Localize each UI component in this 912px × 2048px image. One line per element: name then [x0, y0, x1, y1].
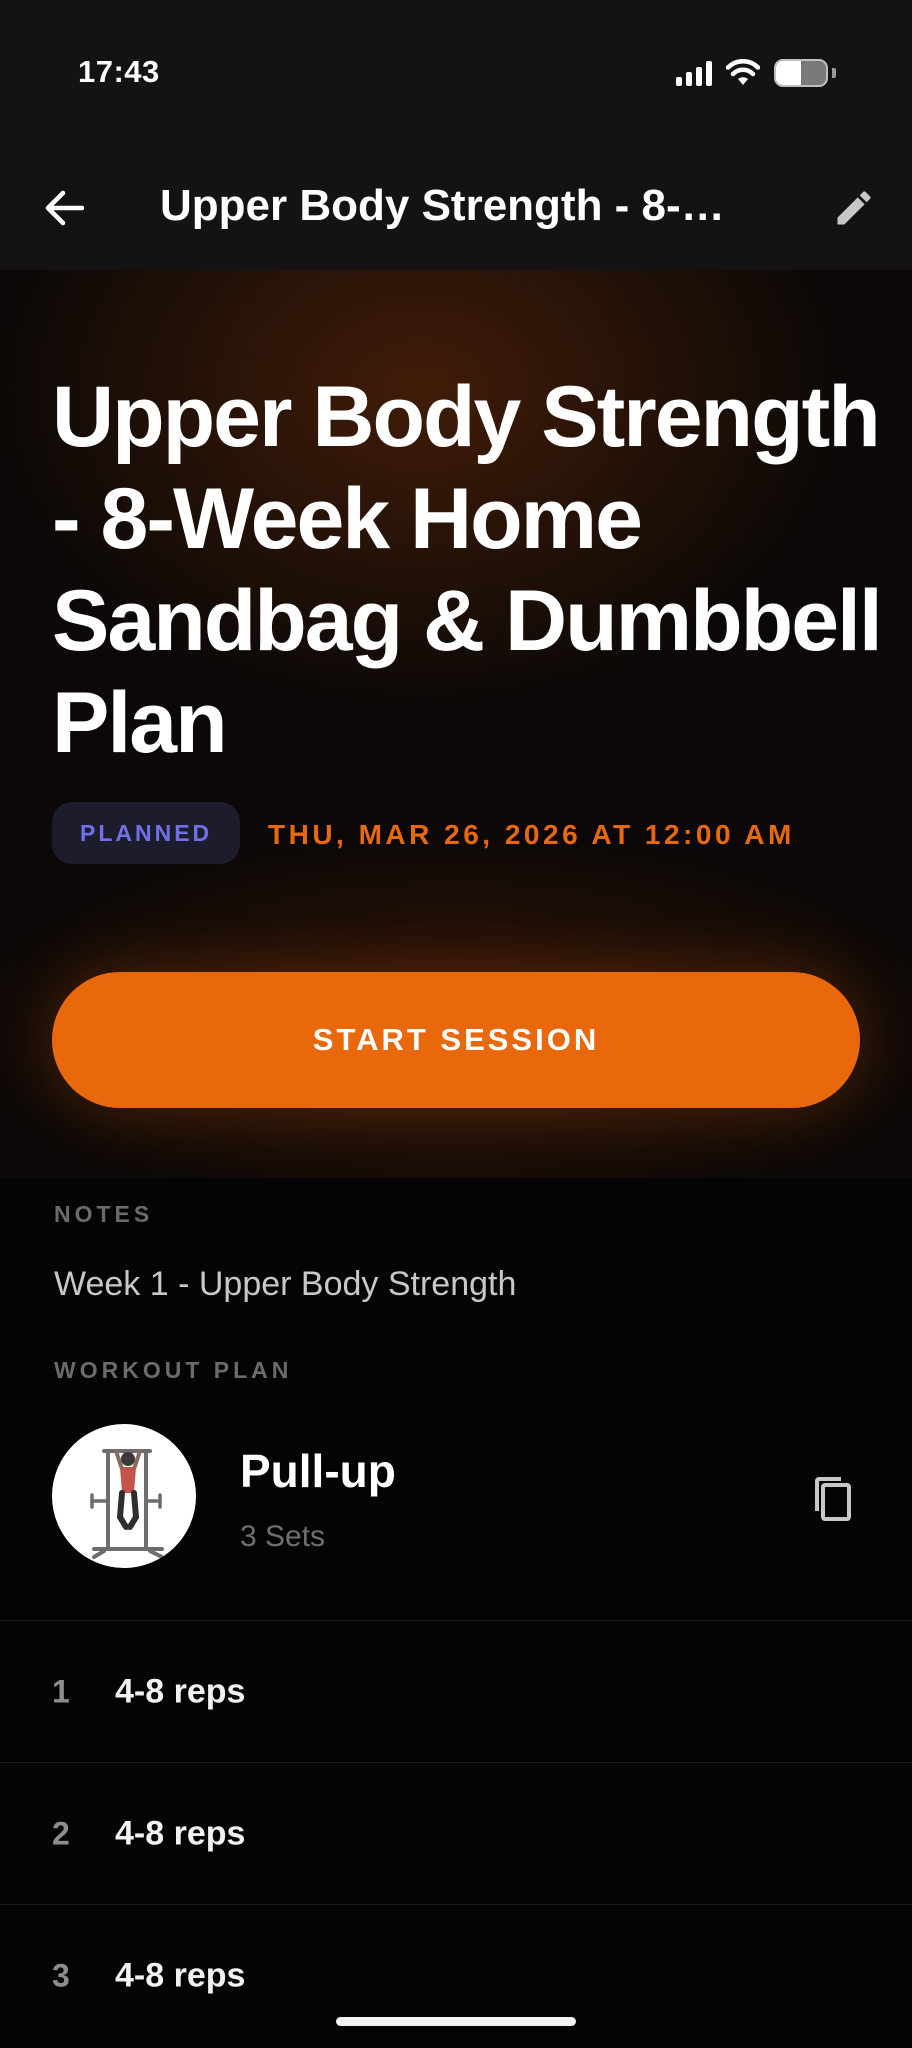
set-reps: 4-8 reps	[115, 1814, 246, 1852]
battery-fill	[776, 61, 801, 85]
back-button[interactable]	[36, 180, 92, 236]
cellular-signal-icon	[676, 60, 712, 86]
pull-up-station-icon	[90, 1449, 164, 1559]
set-reps: 4-8 reps	[115, 1672, 246, 1710]
exercise-thumbnail	[52, 1424, 196, 1568]
app-bar-title: Upper Body Strength - 8-Week Home Sandba…	[160, 181, 750, 230]
edit-button[interactable]	[822, 180, 886, 236]
start-session-label: START SESSION	[312, 1022, 600, 1057]
arrow-left-icon	[45, 190, 84, 226]
set-row-1[interactable]: 1 4-8 reps	[0, 1620, 912, 1762]
notes-label: NOTES	[54, 1201, 154, 1227]
exercise-card[interactable]: Pull-up 3 Sets	[0, 1410, 912, 1620]
workout-plan-label: WORKOUT PLAN	[54, 1357, 293, 1383]
screen: 17:43 Upper Body Strength - 8-Week Home …	[0, 0, 912, 2048]
set-number: 2	[52, 1815, 70, 1851]
top-bar: 17:43 Upper Body Strength - 8-Week Home …	[0, 0, 912, 270]
status-badge: PLANNED	[52, 802, 241, 864]
wifi-icon	[726, 59, 760, 85]
set-number: 1	[52, 1673, 70, 1709]
set-reps: 4-8 reps	[115, 1956, 246, 1994]
status-badge-label: PLANNED	[80, 819, 213, 846]
notes-text: Week 1 - Upper Body Strength	[54, 1265, 517, 1303]
copy-exercise-button[interactable]	[800, 1466, 864, 1530]
pencil-icon	[837, 191, 871, 225]
session-hero: Upper Body Strength - 8-Week Home Sandba…	[0, 270, 912, 1178]
copy-icon	[815, 1477, 851, 1521]
exercise-name: Pull-up	[240, 1445, 396, 1497]
status-icons	[676, 57, 836, 89]
home-indicator[interactable]	[336, 2017, 576, 2026]
session-date: THU, MAR 26, 2026 AT 12:00 AM	[268, 819, 795, 850]
battery-icon	[774, 59, 828, 87]
session-title: Upper Body Strength - 8-Week Home Sandba…	[52, 369, 883, 771]
status-time: 17:43	[78, 54, 160, 89]
set-number: 3	[52, 1957, 70, 1993]
battery-tip	[832, 68, 836, 78]
start-session-button[interactable]: START SESSION	[52, 972, 860, 1108]
exercise-sets-count: 3 Sets	[240, 1520, 326, 1553]
set-row-2[interactable]: 2 4-8 reps	[0, 1762, 912, 1904]
